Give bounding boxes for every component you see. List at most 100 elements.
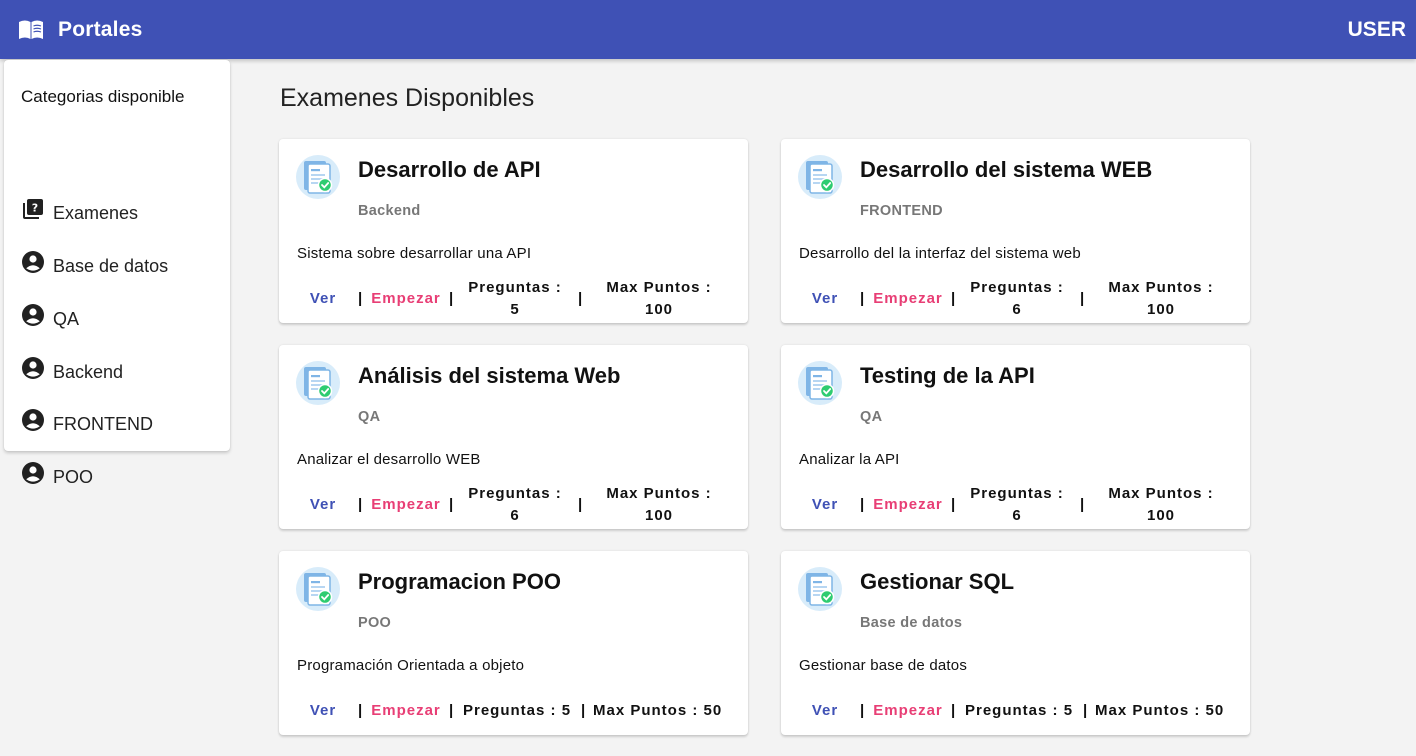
max-points-label: Max Puntos : <box>606 485 712 502</box>
sidebar-item-frontend[interactable]: FRONTEND <box>21 409 153 438</box>
sidebar-item-label: Examenes <box>53 202 139 223</box>
card-description: Desarrollo del la interfaz del sistema w… <box>799 245 1081 262</box>
max-points-stat: Max Puntos : 100 <box>593 483 725 527</box>
start-button[interactable]: Empezar <box>368 494 444 516</box>
card-title: Análisis del sistema Web <box>358 363 621 388</box>
separator: | <box>951 290 957 307</box>
card-description: Analizar el desarrollo WEB <box>297 451 481 468</box>
view-button[interactable]: Ver <box>799 288 851 310</box>
card-category: FRONTEND <box>860 203 943 219</box>
exam-card: Desarrollo del sistema WEB FRONTEND Desa… <box>781 139 1250 323</box>
separator: | <box>449 496 455 513</box>
questions-stat: Preguntas : 6 <box>959 277 1075 321</box>
max-points-value: 50 <box>703 702 723 719</box>
svg-text:?: ? <box>32 202 38 215</box>
card-title: Desarrollo de API <box>358 157 541 182</box>
sidebar-item-examenes[interactable]: ? Examenes <box>21 199 138 227</box>
card-actions: Ver | Empezar | Preguntas :5 | Max Puntos :100 <box>297 273 737 318</box>
card-title: Programacion POO <box>358 569 561 594</box>
account-circle-icon <box>21 356 45 380</box>
exam-card: Testing de la API QA Analizar la API Ver… <box>781 345 1250 529</box>
sidebar-item-label: FRONTEND <box>53 413 153 434</box>
sidebar-item-label: QA <box>53 308 80 329</box>
view-button[interactable]: Ver <box>297 494 349 516</box>
user-label[interactable]: USER <box>1348 18 1406 42</box>
card-category: Base de datos <box>860 615 963 631</box>
card-category: POO <box>358 615 392 631</box>
sidebar-item-base-de-datos[interactable]: Base de datos <box>21 250 169 280</box>
max-points-stat: Max Puntos : 50 <box>1095 700 1224 722</box>
start-button[interactable]: Empezar <box>368 288 444 310</box>
max-points-stat: Max Puntos : 100 <box>593 277 725 321</box>
card-description: Gestionar base de datos <box>799 657 968 674</box>
max-points-value: 100 <box>1146 301 1176 318</box>
separator: | <box>1080 496 1086 513</box>
separator: | <box>1080 290 1086 307</box>
card-title: Desarrollo del sistema WEB <box>860 157 1153 182</box>
exam-document-icon <box>295 360 341 406</box>
max-points-value: 100 <box>644 507 674 524</box>
card-title: Testing de la API <box>860 363 1035 388</box>
card-description: Analizar la API <box>799 451 900 468</box>
page-title: Examenes Disponibles <box>280 84 535 112</box>
questions-label: Preguntas : <box>463 702 557 719</box>
exam-document-icon <box>797 360 843 406</box>
view-button[interactable]: Ver <box>799 494 851 516</box>
exam-document-icon <box>797 566 843 612</box>
start-button[interactable]: Empezar <box>368 700 444 722</box>
sidebar: Categorias disponible ? Examenes Base de… <box>4 60 230 487</box>
questions-stat: Preguntas : 5 <box>457 277 573 321</box>
questions-label: Preguntas : <box>965 702 1059 719</box>
max-points-value: 100 <box>644 301 674 318</box>
start-button[interactable]: Empezar <box>870 494 946 516</box>
view-button[interactable]: Ver <box>297 700 349 722</box>
exam-card: Gestionar SQL Base de datos Gestionar ba… <box>781 551 1250 735</box>
separator: | <box>578 496 584 513</box>
separator: | <box>951 496 957 513</box>
card-category: QA <box>860 409 883 425</box>
card-title: Gestionar SQL <box>860 569 1015 594</box>
sidebar-item-label: Backend <box>53 361 124 382</box>
sidebar-item-label: POO <box>53 466 94 487</box>
questions-count: 5 <box>1063 702 1074 719</box>
max-points-label: Max Puntos : <box>1108 279 1214 296</box>
questions-label: Preguntas : <box>970 485 1064 502</box>
questions-count: 6 <box>1012 301 1022 318</box>
sidebar-header: Categorias disponible <box>21 87 185 106</box>
start-button[interactable]: Empezar <box>870 700 946 722</box>
card-actions: Ver | Empezar | Preguntas : 5 | Max Puntos : 5… <box>799 685 1239 729</box>
sidebar-item-label: Base de datos <box>53 255 169 276</box>
app-title: Portales <box>58 17 143 41</box>
card-description: Programación Orientada a objeto <box>297 657 525 674</box>
account-circle-icon <box>21 303 45 327</box>
separator: | <box>449 702 455 719</box>
sidebar-item-poo[interactable]: POO <box>21 462 94 491</box>
separator: | <box>578 290 584 307</box>
book-icon <box>18 19 44 41</box>
account-circle-icon <box>21 250 45 274</box>
sidebar-item-backend[interactable]: Backend <box>21 356 124 386</box>
card-category: QA <box>358 409 381 425</box>
exam-card: Análisis del sistema Web QA Analizar el … <box>279 345 748 529</box>
separator: | <box>860 290 866 307</box>
questions-stat: Preguntas : 5 <box>965 700 1073 722</box>
brand[interactable]: Portales <box>18 18 142 42</box>
max-points-label: Max Puntos : <box>1095 702 1201 719</box>
top-toolbar: Portales USER <box>0 0 1416 59</box>
card-category: Backend <box>358 203 421 219</box>
max-points-stat: Max Puntos : 50 <box>593 700 722 722</box>
questions-stat: Preguntas : 6 <box>457 483 573 527</box>
view-button[interactable]: Ver <box>297 288 349 310</box>
card-actions: Ver | Empezar | Preguntas :6 | Max Puntos :100 <box>799 479 1239 524</box>
exam-card: Programacion POO POO Programación Orient… <box>279 551 748 735</box>
separator: | <box>581 702 587 719</box>
max-points-value: 100 <box>1146 507 1176 524</box>
view-button[interactable]: Ver <box>799 700 851 722</box>
card-actions: Ver | Empezar | Preguntas :6 | Max Puntos :100 <box>297 479 737 524</box>
start-button[interactable]: Empezar <box>870 288 946 310</box>
sidebar-item-qa[interactable]: QA <box>21 303 80 333</box>
questions-label: Preguntas : <box>468 485 562 502</box>
questions-count: 5 <box>561 702 572 719</box>
questions-label: Preguntas : <box>468 279 562 296</box>
max-points-stat: Max Puntos : 100 <box>1095 277 1227 321</box>
